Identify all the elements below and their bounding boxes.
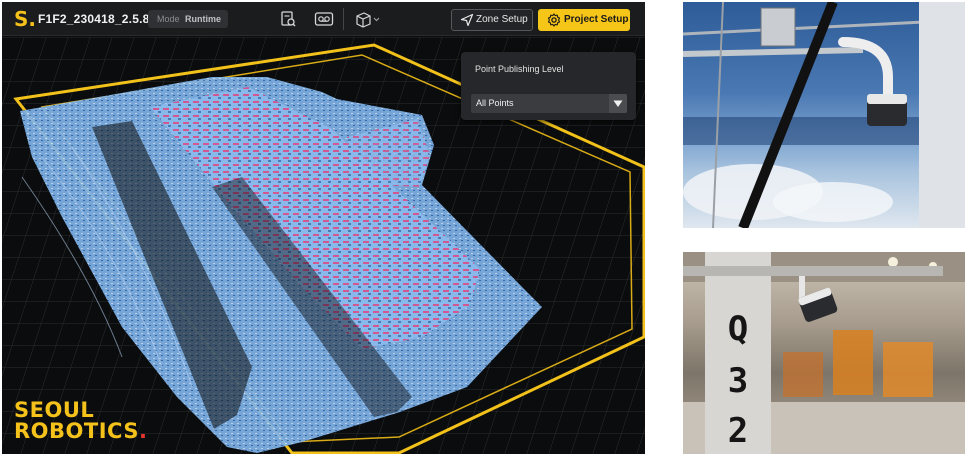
project-name: F1F2_230418_2.5.8 [38, 12, 150, 26]
brand-line-2: ROBOTICS [14, 419, 139, 443]
point-publishing-value: All Points [476, 98, 514, 108]
mode-value: Runtime [185, 14, 222, 24]
mode-label: Mode [157, 14, 180, 24]
zone-setup-label: Zone Setup [476, 14, 528, 25]
chevron-down-icon [373, 17, 380, 22]
brand-dot: . [138, 419, 148, 443]
zone-setup-button[interactable]: Zone Setup [451, 9, 533, 31]
point-publishing-panel: Point Publishing Level All Points [461, 52, 636, 120]
screenshot-root: S. F1F2_230418_2.5.8 Mode Runtime Zone S… [0, 0, 971, 456]
send-arrow-icon [460, 13, 474, 27]
search-document-icon[interactable] [278, 10, 298, 28]
sign-digit-2: 2 [728, 411, 748, 451]
steel-beam [683, 47, 864, 57]
point-publishing-select[interactable]: All Points [471, 94, 627, 113]
sensor-mount [799, 276, 805, 298]
lidar-cap [867, 94, 907, 104]
cloud [773, 182, 893, 222]
app-logo: S. [14, 7, 37, 31]
sensor-photo-warehouse: Q 3 2 [683, 252, 965, 454]
forklift [833, 330, 873, 395]
brand-logo: SEOUL ROBOTICS. [14, 400, 147, 442]
ceiling-light [888, 257, 898, 267]
toolbar-divider [343, 8, 344, 30]
cube-view-icon[interactable] [354, 10, 382, 28]
building-wall [919, 2, 965, 228]
project-setup-label: Project Setup [564, 14, 629, 25]
gear-icon [547, 13, 561, 27]
sign-letter-q: Q [728, 309, 748, 349]
overhead-rail [683, 266, 943, 276]
mode-toggle[interactable]: Mode Runtime [148, 10, 228, 28]
sensor-photo-outdoor [683, 2, 965, 228]
project-setup-button[interactable]: Project Setup [538, 9, 630, 31]
point-publishing-title: Point Publishing Level [475, 64, 564, 74]
lidar-app-window: S. F1F2_230418_2.5.8 Mode Runtime Zone S… [2, 2, 645, 454]
forklift [783, 352, 823, 397]
mount-bracket [760, 7, 796, 47]
recorder-icon[interactable] [314, 10, 334, 28]
brand-line-1: SEOUL [14, 398, 95, 422]
dropdown-arrow-icon[interactable] [609, 94, 627, 113]
top-toolbar: S. F1F2_230418_2.5.8 Mode Runtime Zone S… [2, 2, 645, 36]
sign-digit-3: 3 [728, 361, 748, 401]
forklift [883, 342, 933, 397]
